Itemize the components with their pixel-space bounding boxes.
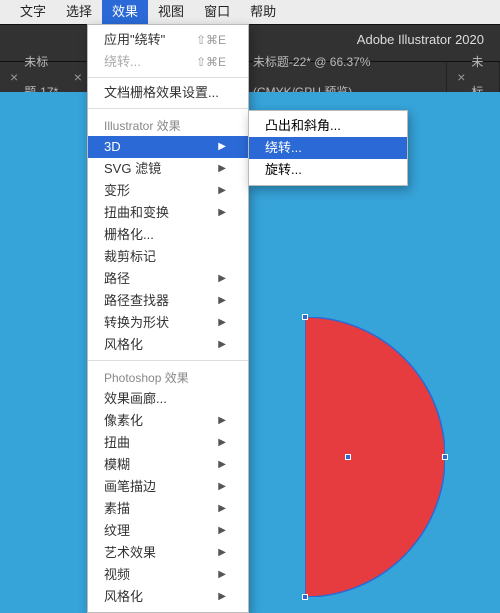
section-header-ai: Illustrator 效果	[88, 113, 248, 136]
menu-ps-5[interactable]: 素描▶	[88, 498, 248, 520]
app-title: Adobe Illustrator 2020	[357, 32, 484, 47]
menu-窗口[interactable]: 窗口	[194, 0, 240, 24]
menu-recent-1: 绕转...⇧⌘E	[88, 51, 248, 73]
menu-ps-8[interactable]: 视频▶	[88, 564, 248, 586]
chevron-right-icon: ▶	[218, 410, 226, 432]
chevron-right-icon: ▶	[218, 498, 226, 520]
chevron-right-icon: ▶	[218, 476, 226, 498]
document-tabs: × 未标题-17* × 未标题-22* @ 66.37% (CMYK/GPU 预…	[0, 62, 500, 92]
menu-ai-6[interactable]: 路径▶	[88, 268, 248, 290]
chevron-right-icon: ▶	[218, 290, 226, 312]
menu-ps-9[interactable]: 风格化▶	[88, 586, 248, 608]
submenu-3d-2[interactable]: 旋转...	[249, 159, 407, 181]
chevron-right-icon: ▶	[218, 454, 226, 476]
half-circle-shape[interactable]	[305, 317, 445, 597]
chevron-right-icon: ▶	[218, 432, 226, 454]
menu-ai-2[interactable]: 变形▶	[88, 180, 248, 202]
menu-ai-8[interactable]: 转换为形状▶	[88, 312, 248, 334]
menu-ps-0[interactable]: 效果画廊...	[88, 388, 248, 410]
chevron-right-icon: ▶	[218, 334, 226, 356]
menu-帮助[interactable]: 帮助	[240, 0, 286, 24]
menu-ps-7[interactable]: 艺术效果▶	[88, 542, 248, 564]
chevron-right-icon: ▶	[218, 268, 226, 290]
menu-ps-1[interactable]: 像素化▶	[88, 410, 248, 432]
effects-menu: 应用"绕转"⇧⌘E绕转...⇧⌘E 文档栅格效果设置... Illustrator …	[87, 24, 249, 613]
anchor-point[interactable]	[302, 314, 308, 320]
tab-doc-2[interactable]: 未标题-22* @ 66.37% (CMYK/GPU 预览)	[243, 62, 447, 92]
menu-视图[interactable]: 视图	[148, 0, 194, 24]
menubar: 文字选择效果视图窗口帮助	[0, 0, 500, 24]
tab-doc-1[interactable]: × 未标题-17* ×	[0, 62, 93, 92]
chevron-right-icon: ▶	[218, 158, 226, 180]
menu-文字[interactable]: 文字	[10, 0, 56, 24]
chevron-right-icon: ▶	[218, 202, 226, 224]
3d-submenu: 凸出和斜角...绕转...旋转...	[248, 110, 408, 186]
close-icon[interactable]: ×	[10, 62, 18, 92]
menu-ai-5[interactable]: 裁剪标记	[88, 246, 248, 268]
menu-ai-1[interactable]: SVG 滤镜▶	[88, 158, 248, 180]
chevron-right-icon: ▶	[218, 564, 226, 586]
menu-ps-4[interactable]: 画笔描边▶	[88, 476, 248, 498]
menu-ai-4[interactable]: 栅格化...	[88, 224, 248, 246]
menu-ai-7[interactable]: 路径查找器▶	[88, 290, 248, 312]
menu-ps-2[interactable]: 扭曲▶	[88, 432, 248, 454]
menu-ai-3[interactable]: 扭曲和变换▶	[88, 202, 248, 224]
submenu-3d-1[interactable]: 绕转...	[249, 137, 407, 159]
tab-doc-3[interactable]: × 未标	[447, 62, 500, 92]
anchor-point[interactable]	[302, 594, 308, 600]
close-icon[interactable]: ×	[457, 62, 465, 92]
chevron-right-icon: ▶	[218, 586, 226, 608]
anchor-point[interactable]	[442, 454, 448, 460]
menu-ps-3[interactable]: 模糊▶	[88, 454, 248, 476]
center-point[interactable]	[345, 454, 351, 460]
menu-选择[interactable]: 选择	[56, 0, 102, 24]
menu-recent-0[interactable]: 应用"绕转"⇧⌘E	[88, 29, 248, 51]
section-header-ps: Photoshop 效果	[88, 365, 248, 388]
chevron-right-icon: ▶	[218, 520, 226, 542]
submenu-3d-0[interactable]: 凸出和斜角...	[249, 115, 407, 137]
menu-ai-0[interactable]: 3D▶	[88, 136, 248, 158]
menu-效果[interactable]: 效果	[102, 0, 148, 24]
close-icon[interactable]: ×	[74, 62, 82, 92]
menu-ps-6[interactable]: 纹理▶	[88, 520, 248, 542]
chevron-right-icon: ▶	[218, 180, 226, 202]
chevron-right-icon: ▶	[218, 312, 226, 334]
menu-doc-grid[interactable]: 文档栅格效果设置...	[88, 82, 248, 104]
chevron-right-icon: ▶	[218, 542, 226, 564]
menu-ai-9[interactable]: 风格化▶	[88, 334, 248, 356]
chevron-right-icon: ▶	[218, 136, 226, 158]
